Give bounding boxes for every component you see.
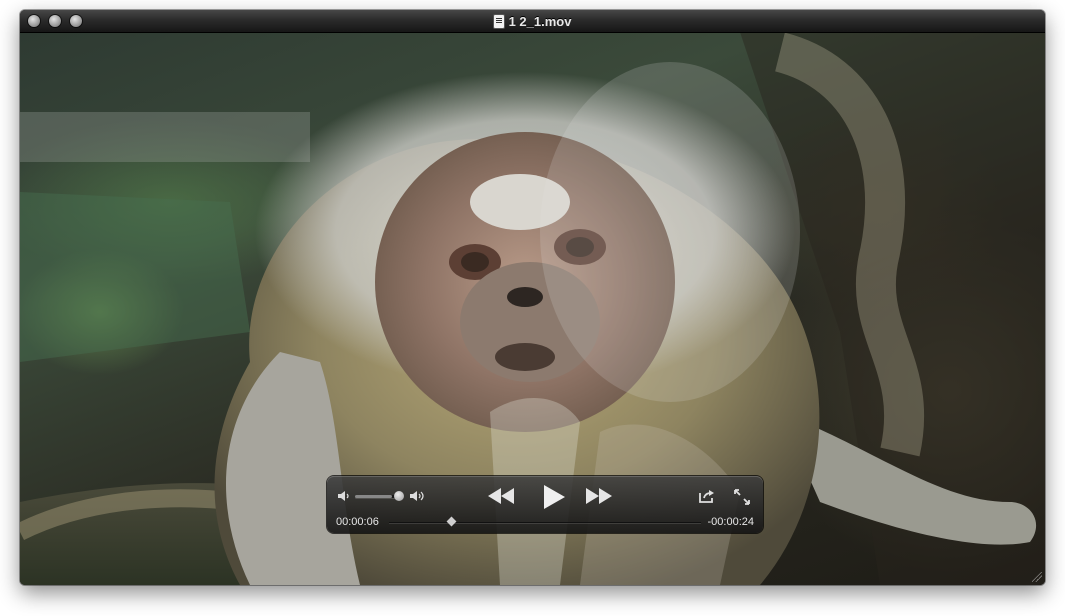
play-icon[interactable] <box>540 484 566 510</box>
window-title-text: 1 2_1.mov <box>508 13 572 29</box>
playhead[interactable] <box>446 516 457 527</box>
video-frame[interactable]: 00:00:06 -00:00:24 <box>20 32 1045 585</box>
fast-forward-icon[interactable] <box>585 487 613 505</box>
share-icon[interactable] <box>698 488 716 504</box>
elapsed-time: 00:00:06 <box>336 516 379 528</box>
title-bar[interactable]: 1 2_1.mov <box>20 10 1045 33</box>
rewind-icon[interactable] <box>487 487 515 505</box>
volume-fill <box>355 495 393 498</box>
speaker-high-icon[interactable] <box>409 489 427 503</box>
speaker-low-icon[interactable] <box>337 490 351 502</box>
volume-knob[interactable] <box>394 491 404 501</box>
remaining-time: -00:00:24 <box>707 516 754 528</box>
playback-controller: 00:00:06 -00:00:24 <box>327 476 763 533</box>
fullscreen-icon[interactable] <box>733 488 751 506</box>
movie-document-icon[interactable] <box>493 14 504 28</box>
player-window: 1 2_1.mov 00:00:06 -00:00:24 <box>20 10 1045 585</box>
volume-slider[interactable] <box>355 495 399 498</box>
window-title: 1 2_1.mov <box>20 10 1045 32</box>
resize-grip[interactable] <box>1032 572 1042 582</box>
timeline-scrubber[interactable] <box>389 516 701 527</box>
